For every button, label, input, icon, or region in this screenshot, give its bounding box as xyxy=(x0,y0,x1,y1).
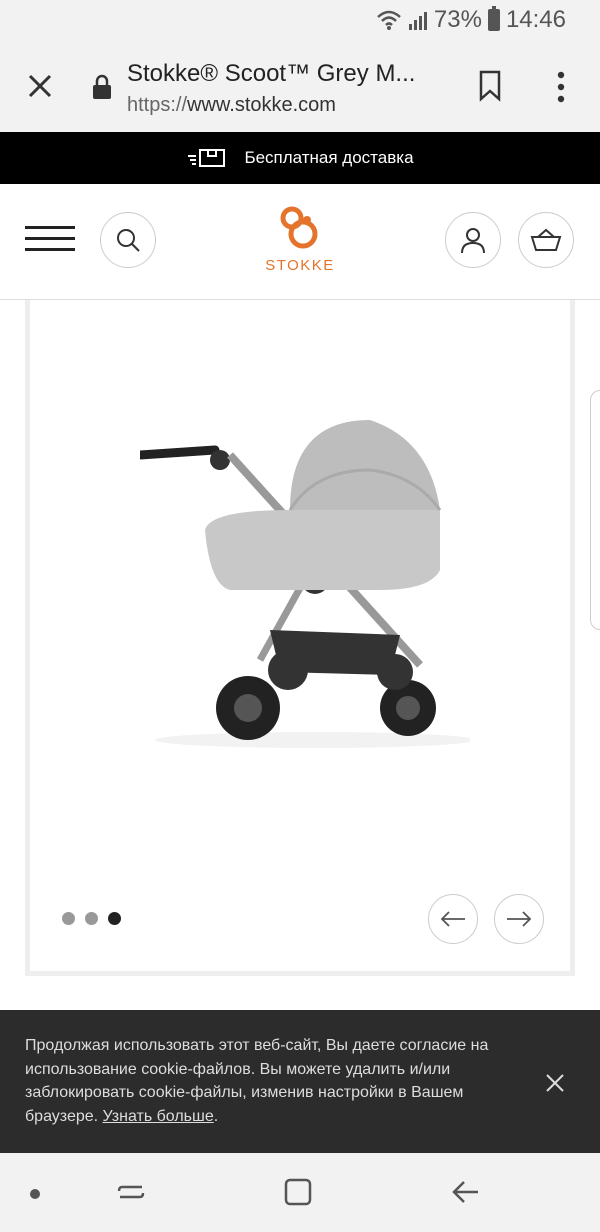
close-tab-icon[interactable] xyxy=(26,72,54,100)
gallery-next-button[interactable] xyxy=(494,894,544,944)
system-nav-bar xyxy=(0,1153,600,1232)
stokke-logo[interactable]: STOKKE xyxy=(250,206,350,282)
gallery-dot[interactable] xyxy=(62,912,75,925)
product-gallery[interactable] xyxy=(25,300,575,976)
battery-percent: 73% xyxy=(433,6,482,33)
status-bar: 73% 14:46 xyxy=(0,0,600,42)
cart-button[interactable] xyxy=(518,212,574,268)
cookie-tail: . xyxy=(213,1107,219,1125)
stokke-logo-icon xyxy=(280,206,318,249)
gallery-dot-active[interactable] xyxy=(108,912,121,925)
arrow-left-icon xyxy=(440,911,465,927)
home-icon[interactable] xyxy=(283,1177,313,1207)
browser-toolbar: Stokke® Scoot™ Grey M... https://www.sto… xyxy=(0,42,600,132)
more-options-icon[interactable] xyxy=(554,70,568,104)
page-title[interactable]: Stokke® Scoot™ Grey M... xyxy=(127,60,415,88)
side-panel-tab[interactable] xyxy=(590,390,600,630)
cookie-banner: Продолжая использовать этот веб-сайт, Вы… xyxy=(0,1010,600,1153)
logo-text: STOKKE xyxy=(265,257,335,274)
arrow-right-icon xyxy=(507,911,532,927)
gallery-pagination xyxy=(62,912,121,925)
recent-apps-icon[interactable] xyxy=(116,1177,146,1207)
site-header: STOKKE xyxy=(0,184,600,300)
clock: 14:46 xyxy=(505,6,566,33)
product-image xyxy=(140,420,470,748)
user-icon xyxy=(461,228,485,254)
signal-icon xyxy=(408,12,427,30)
nav-dot-icon[interactable] xyxy=(28,1187,42,1201)
hamburger-menu-icon[interactable] xyxy=(25,226,75,256)
cookie-learn-more-link[interactable]: Узнать больше xyxy=(103,1108,214,1125)
wifi-icon xyxy=(377,10,401,30)
cookie-text: Продолжая использовать этот веб-сайт, Вы… xyxy=(25,1037,489,1125)
cookie-message: Продолжая использовать этот веб-сайт, Вы… xyxy=(25,1034,495,1128)
gallery-dot[interactable] xyxy=(85,912,98,925)
status-indicators: 73% 14:46 xyxy=(376,6,566,34)
back-icon[interactable] xyxy=(450,1177,480,1207)
bookmark-icon[interactable] xyxy=(478,70,502,102)
battery-icon xyxy=(487,6,500,31)
close-icon[interactable] xyxy=(544,1072,566,1094)
delivery-box-icon xyxy=(188,149,226,167)
promo-bar[interactable]: Бесплатная доставка xyxy=(0,132,600,184)
search-button[interactable] xyxy=(100,212,156,268)
lock-icon xyxy=(93,74,111,99)
gallery-prev-button[interactable] xyxy=(428,894,478,944)
url-host: www.stokke.com xyxy=(187,94,336,116)
url-scheme: https:// xyxy=(127,94,188,116)
promo-text: Бесплатная доставка xyxy=(244,148,414,167)
search-icon xyxy=(117,229,140,252)
product-content xyxy=(0,300,600,1010)
url-text[interactable]: https://www.stokke.com xyxy=(127,94,336,117)
account-button[interactable] xyxy=(445,212,501,268)
basket-icon xyxy=(530,228,562,251)
